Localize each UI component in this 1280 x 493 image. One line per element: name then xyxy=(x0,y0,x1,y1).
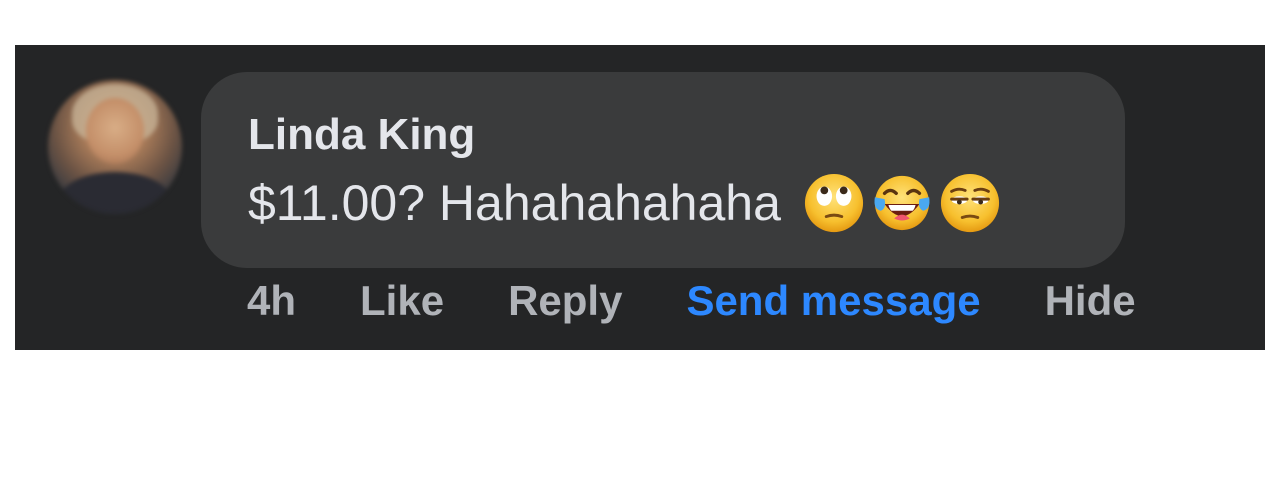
comment-text: $11.00? Hahahahahaha xyxy=(248,175,781,231)
avatar[interactable] xyxy=(48,80,182,214)
rolling-eyes-emoji-icon xyxy=(804,173,863,233)
send-message-button[interactable]: Send message xyxy=(686,277,980,325)
tears-of-joy-emoji-icon xyxy=(874,175,930,231)
comment-body: $11.00? Hahahahahaha xyxy=(248,172,1001,234)
reply-button[interactable]: Reply xyxy=(508,277,622,325)
like-button[interactable]: Like xyxy=(360,277,444,325)
unamused-face-emoji-icon xyxy=(940,173,999,233)
comment-actions: 4h Like Reply Send message Hide xyxy=(247,273,1136,329)
emoji-group xyxy=(803,172,1001,234)
comment-panel: Linda King $11.00? Hahahahahaha 4h Like … xyxy=(15,45,1265,350)
hide-button[interactable]: Hide xyxy=(1045,277,1136,325)
comment-bubble: Linda King $11.00? Hahahahahaha xyxy=(201,72,1125,268)
avatar-body xyxy=(58,172,172,214)
screenshot-canvas: Linda King $11.00? Hahahahahaha 4h Like … xyxy=(0,0,1280,493)
comment-author[interactable]: Linda King xyxy=(248,110,475,160)
avatar-face xyxy=(86,98,144,164)
comment-timestamp[interactable]: 4h xyxy=(247,277,296,325)
